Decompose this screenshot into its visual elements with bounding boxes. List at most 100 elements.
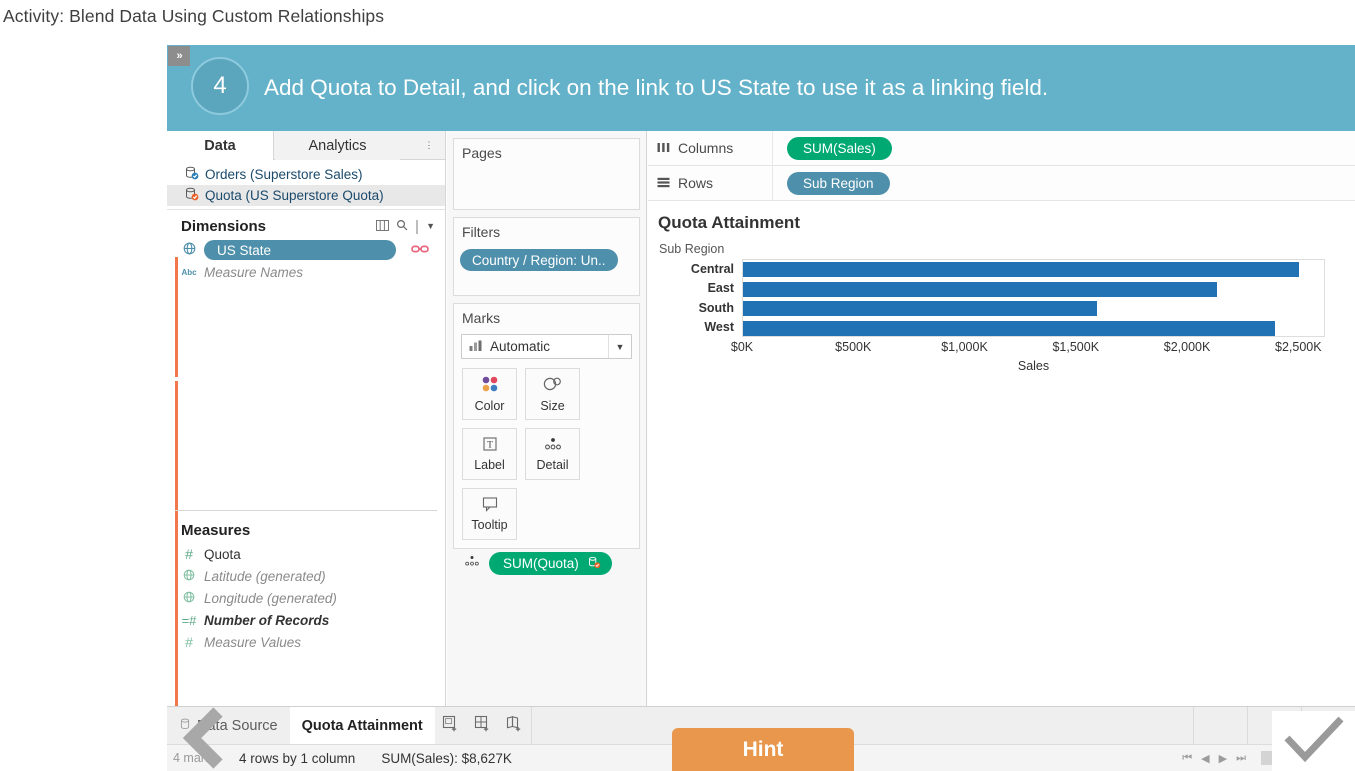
tab-data[interactable]: Data (167, 131, 274, 160)
tab-analytics[interactable]: Analytics (275, 131, 400, 160)
new-worksheet-icon (442, 715, 459, 737)
row-axis-header: Sub Region (659, 242, 725, 256)
measures-header: Measures (167, 517, 445, 543)
marks-buttons: Color Size T Label Detail Tooltip (454, 359, 639, 540)
marks-color-button[interactable]: Color (462, 368, 517, 420)
tabbar-empty-space (530, 707, 1193, 744)
svg-text:T: T (487, 440, 493, 450)
data-pane-menu-icon[interactable]: ⋮ (421, 131, 437, 160)
marks-size-button[interactable]: Size (525, 368, 580, 420)
label-text-icon: T (481, 436, 499, 455)
dimensions-label: Dimensions (181, 217, 267, 235)
marks-card: Marks Automatic ▼ Color Size T Label Det… (453, 303, 640, 575)
next-sheet-icon[interactable]: ▶ (1219, 752, 1227, 765)
back-navigation-button[interactable] (180, 706, 232, 770)
columns-shelf[interactable]: Columns SUM(Sales) (648, 131, 1355, 166)
bar-mark[interactable] (743, 281, 1217, 297)
new-dashboard-button[interactable] (467, 707, 499, 744)
us-state-pill[interactable]: US State (204, 240, 396, 260)
columns-icon (657, 140, 670, 156)
size-circles-icon (543, 375, 563, 396)
rows-label: Rows (678, 175, 714, 191)
rows-shelf[interactable]: Rows Sub Region (648, 166, 1355, 201)
chevron-down-icon[interactable]: ▼ (426, 221, 435, 231)
expand-panel-button[interactable]: » (168, 46, 190, 66)
marks-detail-button[interactable]: Detail (525, 428, 580, 480)
number-icon: # (185, 634, 193, 650)
page-title: Activity: Blend Data Using Custom Relati… (3, 6, 385, 26)
first-sheet-icon[interactable]: ⏮ (1182, 752, 1192, 765)
search-icon[interactable] (396, 218, 408, 235)
rows-pill-sub-region[interactable]: Sub Region (787, 171, 890, 195)
geo-icon (181, 591, 197, 606)
chevron-down-icon[interactable]: ▼ (608, 335, 631, 358)
x-axis-tick-label: $0K (730, 340, 754, 354)
detail-dots-icon (543, 436, 563, 455)
measure-field-latitude[interactable]: Latitude (generated) (167, 565, 445, 587)
filters-card[interactable]: Filters Country / Region: Un.. (453, 217, 640, 296)
category-label[interactable]: South (654, 298, 740, 318)
data-pane-tabs: Data Analytics ⋮ (167, 131, 445, 160)
pages-card[interactable]: Pages (453, 138, 640, 210)
bar-row (743, 299, 1324, 319)
dimensions-header: Dimensions | ▼ (181, 217, 435, 235)
mark-type-dropdown[interactable]: Automatic ▼ (461, 334, 632, 359)
field-label: Measure Values (204, 634, 302, 650)
bar-mark[interactable] (743, 320, 1275, 336)
instruction-text: Add Quota to Detail, and click on the li… (264, 75, 1049, 100)
data-source-quota[interactable]: Quota (US Superstore Quota) (167, 185, 445, 206)
dimensions-accent-strip (175, 257, 178, 377)
marks-label-button[interactable]: T Label (462, 428, 517, 480)
measures-section: Measures # Quota Latitude (generated) Lo… (167, 514, 445, 653)
category-label[interactable]: Central (654, 259, 740, 279)
field-label: Measure Names (204, 264, 304, 280)
measure-field-longitude[interactable]: Longitude (generated) (167, 587, 445, 609)
dimension-field-us-state[interactable]: US State (167, 239, 445, 261)
database-icon (185, 187, 199, 204)
measure-field-measure-values[interactable]: # Measure Values (167, 631, 445, 653)
grid-view-icon[interactable] (375, 218, 389, 235)
tabbar-cell (1193, 707, 1247, 744)
bar-chart-icon (469, 339, 483, 354)
measure-field-number-of-records[interactable]: =# Number of Records (167, 609, 445, 631)
x-axis-tick-label: $2,500K (1275, 340, 1322, 354)
marks-button-label: Size (540, 399, 565, 413)
number-icon: # (185, 546, 193, 562)
bar-row (743, 280, 1324, 300)
marks-button-label: Detail (536, 458, 569, 472)
broken-link-icon[interactable] (411, 243, 429, 258)
bar-mark[interactable] (743, 301, 1097, 317)
rows-icon (657, 175, 670, 191)
category-label[interactable]: West (654, 318, 740, 338)
tooltip-bubble-icon (481, 496, 499, 515)
marks-tooltip-button[interactable]: Tooltip (462, 488, 517, 540)
hint-button[interactable]: Hint (672, 728, 854, 771)
field-label: Latitude (generated) (204, 568, 326, 584)
data-source-orders[interactable]: Orders (Superstore Sales) (167, 164, 445, 185)
filter-pill-country-region[interactable]: Country / Region: Un.. (460, 249, 618, 271)
new-worksheet-button[interactable] (435, 707, 467, 744)
confirm-button[interactable] (1272, 711, 1355, 771)
measures-label: Measures (181, 521, 251, 539)
bar-mark[interactable] (743, 262, 1300, 278)
mark-type-label: Automatic (490, 339, 551, 354)
new-story-button[interactable] (499, 707, 531, 744)
x-axis-ticks: $0K $500K $1,000K $1,500K $2,000K $2,500K (731, 338, 1325, 358)
tab-quota-attainment[interactable]: Quota Attainment (289, 707, 435, 744)
last-sheet-icon[interactable]: ⏭ (1236, 752, 1246, 765)
previous-sheet-icon[interactable]: ◀ (1201, 752, 1209, 765)
field-label: Longitude (generated) (204, 590, 337, 606)
marks-pill-sum-quota[interactable]: SUM(Quota) (489, 552, 612, 575)
measure-field-quota[interactable]: # Quota (167, 543, 445, 565)
columns-pill-sum-sales[interactable]: SUM(Sales) (787, 136, 892, 160)
new-story-icon (506, 715, 523, 737)
bar-chart[interactable]: Sub Region Central East South West $0K $500K… (654, 242, 1348, 402)
x-axis-tick-label: $1,500K (1052, 340, 1100, 354)
marks-button-label: Label (474, 458, 505, 472)
marks-pill-label: SUM(Quota) (503, 556, 579, 571)
category-labels: Central East South West (654, 259, 740, 337)
dimension-field-measure-names[interactable]: Abc Measure Names (167, 261, 445, 283)
category-label[interactable]: East (654, 279, 740, 299)
detail-dots-icon (463, 554, 481, 573)
x-axis-tick-label: $500K (835, 340, 872, 354)
